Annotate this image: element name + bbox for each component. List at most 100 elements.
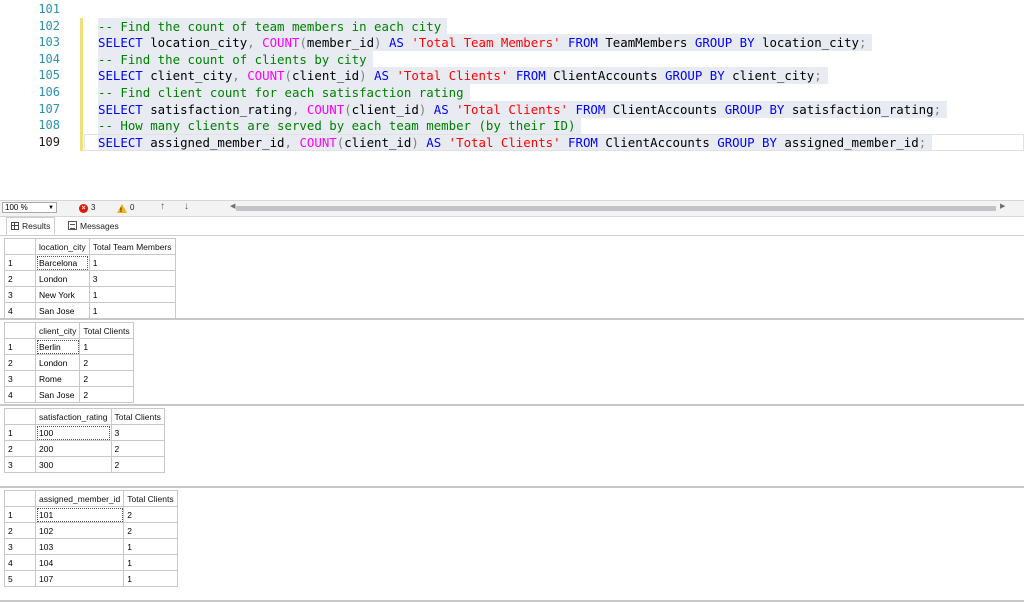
error-count[interactable]: × 3: [79, 202, 95, 214]
table-cell[interactable]: London: [35, 270, 90, 287]
code-text[interactable]: -- How many clients are served by each t…: [98, 117, 582, 135]
table-row[interactable]: 3 103 1: [4, 538, 178, 555]
row-number[interactable]: 4: [4, 302, 36, 319]
table-cell[interactable]: Rome: [34, 370, 81, 387]
table-cell[interactable]: San Jose: [35, 302, 90, 319]
code-text[interactable]: -- Find the count of team members in eac…: [98, 17, 448, 35]
table-row[interactable]: 1 101 2: [4, 506, 178, 523]
row-number[interactable]: 4: [4, 386, 36, 403]
row-number[interactable]: 2: [4, 354, 36, 371]
warning-count[interactable]: ! 0: [117, 202, 134, 214]
table-cell[interactable]: 101: [34, 506, 125, 523]
code-line[interactable]: 104 -- Find the count of clients by city: [0, 50, 1024, 68]
row-number[interactable]: 4: [4, 554, 36, 571]
table-row[interactable]: 4 San Jose 1: [4, 302, 176, 319]
table-row[interactable]: 2 London 3: [4, 270, 176, 287]
code-text[interactable]: SELECT client_city, COUNT(client_id) AS …: [98, 67, 828, 85]
table-row[interactable]: 2 200 2: [4, 440, 165, 457]
code-line[interactable]: 101: [0, 1, 1024, 18]
row-number[interactable]: 3: [4, 538, 36, 555]
table-cell[interactable]: Berlin: [34, 338, 81, 355]
row-number[interactable]: 3: [4, 456, 36, 473]
table-row[interactable]: 1 Barcelona 1: [4, 254, 176, 271]
result-grid[interactable]: location_city Total Team Members 1 Barcelon…: [4, 238, 176, 319]
table-row[interactable]: 5 107 1: [4, 570, 178, 587]
table-row[interactable]: 1 Berlin 1: [4, 338, 134, 355]
table-cell[interactable]: 2: [79, 386, 134, 403]
arrow-down-icon[interactable]: ↓: [184, 201, 189, 212]
scrollbar-thumb[interactable]: [236, 206, 996, 211]
grid-corner[interactable]: [4, 490, 36, 507]
result-grid[interactable]: client_city Total Clients 1 Berlin 1 2 London 2…: [4, 322, 134, 403]
table-cell[interactable]: 1: [88, 302, 176, 319]
table-cell[interactable]: 104: [34, 554, 125, 571]
column-header[interactable]: satisfaction_rating: [35, 408, 112, 425]
table-cell[interactable]: 1: [88, 254, 176, 271]
code-line[interactable]: 107 SELECT satisfaction_rating, COUNT(cli…: [0, 100, 1024, 118]
column-header[interactable]: assigned_member_id: [34, 490, 125, 507]
table-cell[interactable]: 1: [88, 286, 176, 303]
tab-messages[interactable]: Messages: [64, 217, 123, 234]
query-editor[interactable]: 101 102 -- Find the count of team members …: [0, 0, 1024, 200]
grid-corner[interactable]: [4, 322, 36, 339]
table-cell[interactable]: 300: [35, 456, 112, 473]
row-number[interactable]: 3: [4, 286, 36, 303]
zoom-dropdown[interactable]: 100 % ▼: [2, 202, 57, 213]
row-number[interactable]: 1: [4, 424, 36, 441]
table-cell[interactable]: Barcelona: [35, 254, 90, 271]
column-header[interactable]: Total Clients: [110, 408, 165, 425]
table-cell[interactable]: 200: [35, 440, 112, 457]
row-number[interactable]: 2: [4, 440, 36, 457]
tab-results[interactable]: Results: [6, 217, 56, 235]
scroll-left-icon[interactable]: ◀: [230, 202, 235, 210]
table-cell[interactable]: 107: [34, 570, 125, 587]
table-cell[interactable]: 2: [79, 354, 134, 371]
table-cell[interactable]: 1: [123, 538, 178, 555]
table-row[interactable]: 1 100 3: [4, 424, 165, 441]
row-number[interactable]: 1: [4, 338, 36, 355]
table-row[interactable]: 2 102 2: [4, 522, 178, 539]
result-grid[interactable]: assigned_member_id Total Clients 1 101 2 2 102…: [4, 490, 178, 587]
code-line[interactable]: 102 -- Find the count of team members in …: [0, 17, 1024, 35]
code-text[interactable]: SELECT satisfaction_rating, COUNT(client…: [98, 100, 948, 118]
table-row[interactable]: 4 San Jose 2: [4, 386, 134, 403]
code-line[interactable]: 103 SELECT location_city, COUNT(member_id…: [0, 34, 1024, 52]
horizontal-scrollbar[interactable]: ◀ ▶: [220, 203, 1010, 212]
row-number[interactable]: 1: [4, 506, 36, 523]
column-header[interactable]: Total Team Members: [88, 238, 176, 255]
table-cell[interactable]: 2: [110, 456, 165, 473]
arrow-up-icon[interactable]: ↑: [160, 201, 165, 212]
code-line[interactable]: 108 -- How many clients are served by eac…: [0, 117, 1024, 135]
table-row[interactable]: 3 Rome 2: [4, 370, 134, 387]
table-cell[interactable]: 3: [88, 270, 176, 287]
grid-corner[interactable]: [4, 238, 36, 255]
table-cell[interactable]: 102: [34, 522, 125, 539]
code-text[interactable]: -- Find the count of clients by city: [98, 50, 373, 68]
code-line[interactable]: 106 -- Find client count for each satisfa…: [0, 84, 1024, 101]
table-cell[interactable]: 100: [35, 424, 112, 441]
table-cell[interactable]: 2: [123, 506, 178, 523]
table-cell[interactable]: San Jose: [34, 386, 81, 403]
table-row[interactable]: 3 New York 1: [4, 286, 176, 303]
table-cell[interactable]: London: [34, 354, 81, 371]
row-number[interactable]: 5: [4, 570, 36, 587]
table-row[interactable]: 4 104 1: [4, 554, 178, 571]
column-header[interactable]: Total Clients: [123, 490, 178, 507]
column-header[interactable]: location_city: [35, 238, 90, 255]
row-number[interactable]: 1: [4, 254, 36, 271]
table-row[interactable]: 2 London 2: [4, 354, 134, 371]
table-row[interactable]: 3 300 2: [4, 456, 165, 473]
table-cell[interactable]: 2: [110, 440, 165, 457]
table-cell[interactable]: 1: [79, 338, 134, 355]
row-number[interactable]: 3: [4, 370, 36, 387]
column-header[interactable]: Total Clients: [79, 322, 134, 339]
code-text[interactable]: -- Find client count for each satisfacti…: [98, 84, 470, 101]
column-header[interactable]: client_city: [34, 322, 81, 339]
table-cell[interactable]: 2: [79, 370, 134, 387]
row-number[interactable]: 2: [4, 270, 36, 287]
code-text[interactable]: SELECT assigned_member_id, COUNT(client_…: [98, 133, 933, 151]
table-cell[interactable]: 2: [123, 522, 178, 539]
grid-corner[interactable]: [4, 408, 36, 425]
scroll-right-icon[interactable]: ▶: [1000, 202, 1005, 210]
result-grid[interactable]: satisfaction_rating Total Clients 1 100 3 2 20…: [4, 408, 165, 473]
